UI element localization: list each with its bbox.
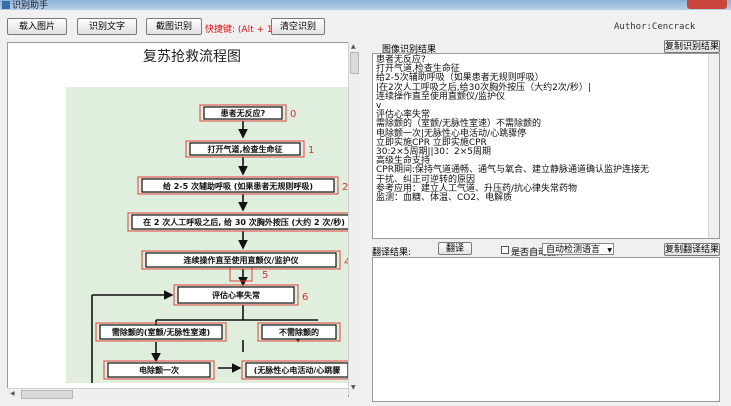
scroll-thumb[interactable] bbox=[350, 52, 359, 74]
step-number: 5 bbox=[262, 270, 268, 281]
flowchart-image: 复苏抢救流程图 患者无反应? 打开气道,检查生命征 给 2-5 次辅助呼吸 (如… bbox=[66, 48, 348, 383]
author-label: Author:Cencrack bbox=[614, 22, 696, 32]
step-number: 6 bbox=[302, 292, 308, 303]
ocr-result-text[interactable]: 患者无反应? 打开气道,检查生命征 给2-5次辅助呼吸（如果患者无规则呼吸） |… bbox=[376, 55, 704, 203]
ocr-result-textarea[interactable]: 患者无反应? 打开气道,检查生命征 给2-5次辅助呼吸（如果患者无规则呼吸） |… bbox=[372, 53, 720, 239]
scroll-down-icon[interactable]: ▼ bbox=[351, 384, 356, 391]
step-text: 评估心率失常 bbox=[212, 290, 260, 300]
scroll-up-icon[interactable]: ▲ bbox=[351, 43, 356, 50]
copy-ocr-button[interactable]: 复制识别结果 bbox=[664, 40, 720, 53]
scroll-left-icon[interactable]: ◀ bbox=[10, 390, 15, 397]
defib-text: 电除颤一次 bbox=[139, 365, 179, 375]
chevron-down-icon: ▼ bbox=[607, 247, 612, 254]
language-select[interactable]: 自动检测语言 ▼ bbox=[542, 243, 614, 255]
recognize-text-button[interactable]: 识别文字 bbox=[77, 18, 137, 35]
step-number: 0 bbox=[290, 109, 296, 120]
screenshot-recognize-button[interactable]: 截图识别 bbox=[146, 18, 202, 35]
app-icon bbox=[2, 1, 10, 9]
image-preview-pane[interactable]: 复苏抢救流程图 患者无反应? 打开气道,检查生命征 给 2-5 次辅助呼吸 (如… bbox=[7, 42, 349, 397]
step-text: 在 2 次人工呼吸之后, 给 30 次胸外按压 (大约 2 次/秒) bbox=[143, 217, 345, 227]
title-bar: 识别助手 bbox=[0, 0, 731, 10]
close-button[interactable] bbox=[687, 0, 727, 9]
copy-translation-button[interactable]: 复制翻译结果 bbox=[664, 243, 720, 256]
branch-left-text: 需除颤的(室颤/无脉性室速) bbox=[112, 327, 210, 337]
hotkey-label: 快捷键 bbox=[205, 25, 233, 35]
branch-right-text: 不需除颤的 bbox=[279, 327, 319, 337]
pea-text: (无脉性心电活动/心跳骤 bbox=[254, 365, 341, 375]
image-horizontal-scrollbar[interactable]: ◀ bbox=[7, 388, 348, 400]
step-text: 连续操作直至使用直颤仪/监护仪 bbox=[184, 255, 300, 265]
translate-button[interactable]: 翻译 bbox=[438, 242, 472, 255]
step-text: 患者无反应? bbox=[221, 108, 266, 118]
clear-recognize-button[interactable]: 清空识别 bbox=[271, 18, 325, 35]
step-text: 打开气道,检查生命征 bbox=[207, 144, 282, 154]
step-number: 1 bbox=[308, 145, 314, 156]
diagram-title: 复苏抢救流程图 bbox=[143, 48, 241, 65]
translation-result-textarea[interactable] bbox=[372, 257, 720, 402]
scroll-thumb[interactable] bbox=[21, 390, 73, 399]
auto-translate-checkbox[interactable] bbox=[501, 246, 509, 254]
window-title: 识别助手 bbox=[12, 1, 49, 10]
language-select-value: 自动检测语言 bbox=[546, 245, 601, 255]
step-text: 给 2-5 次辅助呼吸 (如果患者无规则呼吸) bbox=[163, 181, 313, 191]
ocr-scrollbar[interactable] bbox=[708, 54, 719, 238]
hotkey-hint: 快捷键: (Alt + 1) bbox=[205, 25, 277, 35]
image-vertical-scrollbar[interactable]: ▲ ▼ bbox=[348, 42, 360, 395]
load-image-button[interactable]: 载入图片 bbox=[7, 18, 67, 35]
